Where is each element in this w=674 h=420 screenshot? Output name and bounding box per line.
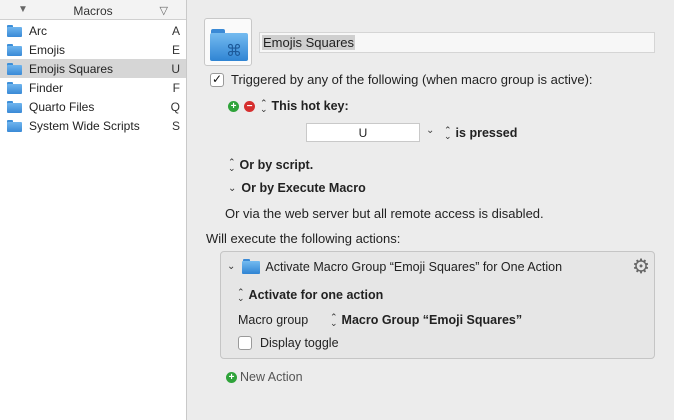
sidebar-item-hotkey: E xyxy=(171,42,180,57)
group-icon-well[interactable]: ⌘ xyxy=(204,18,252,66)
group-name-field[interactable]: Emojis Squares xyxy=(259,32,655,53)
display-toggle-row: Display toggle xyxy=(238,336,339,350)
macro-group-value: Macro Group “Emoji Squares” xyxy=(341,313,523,327)
triggered-checkbox[interactable] xyxy=(210,72,224,87)
action-header: ⌄ Activate Macro Group “Emoji Squares” f… xyxy=(227,259,562,274)
action-card: ⌄ Activate Macro Group “Emoji Squares” f… xyxy=(220,251,655,359)
updown-chevron-icon: ⌃ ⌄ xyxy=(237,287,245,303)
sidebar-item-label: Arc xyxy=(29,23,47,38)
add-icon: + xyxy=(226,371,237,383)
updown-chevron-icon: ⌃ ⌄ xyxy=(228,157,236,173)
hotkey-field[interactable]: U xyxy=(306,123,420,142)
folder-icon xyxy=(7,119,22,132)
hotkey-label[interactable]: This hot key: xyxy=(272,99,349,113)
or-by-script-popup[interactable]: ⌃ ⌄ Or by script. xyxy=(228,157,314,173)
hotkey-state-label: is pressed xyxy=(455,126,518,140)
sidebar-item-system-wide-scripts[interactable]: System Wide Scripts S xyxy=(0,116,186,135)
or-by-script-label: Or by script. xyxy=(239,158,314,172)
sidebar-item-quarto-files[interactable]: Quarto Files Q xyxy=(0,97,186,116)
activate-mode-label: Activate for one action xyxy=(248,288,384,302)
sidebar-item-label: System Wide Scripts xyxy=(29,118,140,133)
activate-mode-popup[interactable]: ⌃ ⌄ Activate for one action xyxy=(237,287,384,303)
hotkey-state-popup[interactable]: ⌃ ⌄ is pressed xyxy=(444,125,518,141)
sidebar-item-label: Finder xyxy=(29,80,64,95)
macro-group-editor: ⌘ Emojis Squares Triggered by any of the… xyxy=(188,0,674,420)
folder-icon xyxy=(7,81,22,94)
sidebar-item-hotkey: A xyxy=(171,23,180,38)
sidebar-header: ▼ Macros ▽ xyxy=(0,0,186,20)
folder-icon xyxy=(7,62,22,75)
sidebar-item-label: Emojis Squares xyxy=(29,61,114,76)
chevron-down-icon[interactable]: ⌄ xyxy=(227,261,235,272)
updown-chevron-icon: ⌃ ⌄ xyxy=(444,125,452,141)
display-toggle-label: Display toggle xyxy=(260,336,339,350)
add-trigger-icon[interactable]: + xyxy=(228,100,239,112)
sidebar-item-emojis-squares[interactable]: Emojis Squares U xyxy=(0,59,186,78)
folder-icon xyxy=(242,259,261,274)
macro-group-popup[interactable]: ⌃ ⌄ Macro Group “Emoji Squares” xyxy=(330,312,523,328)
new-action-button[interactable]: + New Action xyxy=(226,370,303,384)
command-key-icon: ⌘ xyxy=(226,41,242,60)
remove-trigger-icon[interactable]: − xyxy=(244,100,255,112)
triggered-label: Triggered by any of the following (when … xyxy=(231,72,593,87)
folder-icon xyxy=(7,43,22,56)
sidebar-item-hotkey: S xyxy=(171,118,180,133)
filter-triangle-icon[interactable]: ▽ xyxy=(160,4,168,17)
trigger-row: Triggered by any of the following (when … xyxy=(210,72,593,87)
sidebar-item-hotkey: F xyxy=(172,80,180,95)
new-action-label: New Action xyxy=(240,370,303,384)
will-execute-label: Will execute the following actions: xyxy=(206,231,401,246)
hotkey-trigger-row: + − ⌃ ⌄ This hot key: xyxy=(228,99,349,114)
sidebar-item-arc[interactable]: Arc A xyxy=(0,21,186,40)
gear-icon[interactable]: ⚙ xyxy=(632,254,650,278)
updown-chevron-icon: ⌃ ⌄ xyxy=(330,312,338,328)
action-title[interactable]: Activate Macro Group “Emoji Squares” for… xyxy=(265,260,562,274)
sidebar-title[interactable]: Macros xyxy=(0,4,186,18)
sidebar-item-label: Emojis xyxy=(29,42,66,57)
sidebar-item-label: Quarto Files xyxy=(29,99,95,114)
group-name-text: Emojis Squares xyxy=(262,35,356,50)
macro-groups-sidebar: ▼ Macros ▽ Arc A Emojis E Emojis Squares… xyxy=(0,0,187,420)
webserver-note: Or via the web server but all remote acc… xyxy=(225,206,544,221)
sidebar-item-emojis[interactable]: Emojis E xyxy=(0,40,186,59)
sidebar-item-hotkey: Q xyxy=(170,99,180,114)
chevron-down-icon[interactable]: ⌄ xyxy=(426,125,434,136)
sidebar-item-finder[interactable]: Finder F xyxy=(0,78,186,97)
display-toggle-checkbox[interactable] xyxy=(238,336,252,350)
folder-icon xyxy=(7,24,22,37)
updown-chevron-icon[interactable]: ⌃ ⌄ xyxy=(260,99,268,114)
folder-icon xyxy=(7,100,22,113)
chevron-down-icon: ⌄ xyxy=(228,182,237,194)
macro-group-list: Arc A Emojis E Emojis Squares U Finder F… xyxy=(0,21,186,135)
or-by-execute-label: Or by Execute Macro xyxy=(241,181,366,195)
macro-group-label: Macro group xyxy=(238,313,309,327)
or-by-execute-macro-disclosure[interactable]: ⌄ Or by Execute Macro xyxy=(228,181,366,195)
sidebar-item-hotkey: U xyxy=(171,61,180,76)
